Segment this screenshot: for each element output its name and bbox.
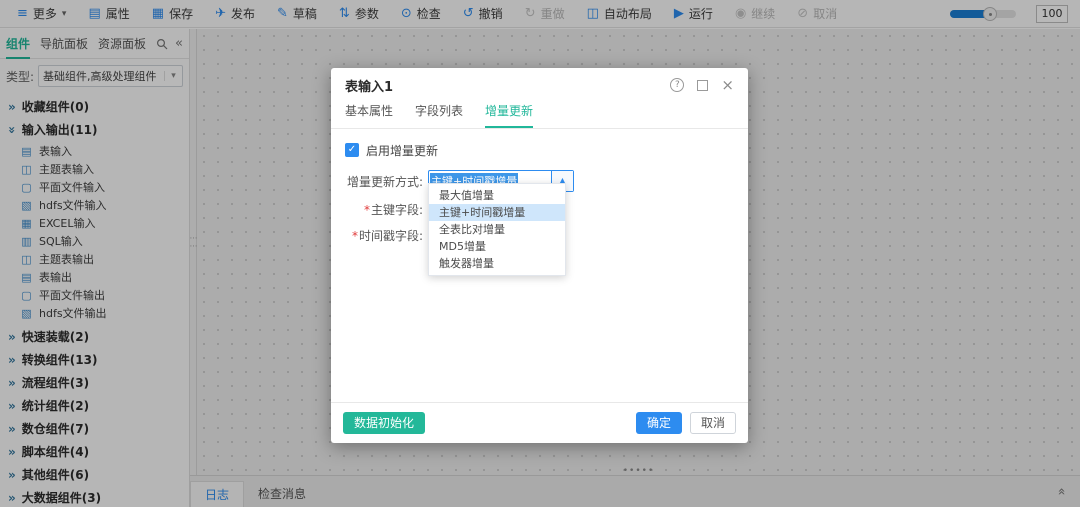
primary-key-label: *主键字段: xyxy=(345,201,423,218)
dialog-tabs: 基本属性 字段列表 增量更新 xyxy=(331,102,748,129)
help-icon[interactable]: ? xyxy=(670,78,684,92)
option-max-value[interactable]: 最大值增量 xyxy=(429,187,565,204)
close-icon[interactable]: × xyxy=(721,78,734,93)
update-mode-dropdown: 最大值增量 主键+时间戳增量 全表比对增量 MD5增量 触发器增量 xyxy=(428,183,566,276)
ok-button[interactable]: 确定 xyxy=(636,412,682,434)
dialog-title: 表输入1 xyxy=(345,76,393,95)
option-md5[interactable]: MD5增量 xyxy=(429,238,565,255)
cancel-button[interactable]: 取消 xyxy=(690,412,736,434)
timestamp-field-label-text: 时间戳字段: xyxy=(359,229,423,243)
required-mark: * xyxy=(364,203,370,217)
data-init-button[interactable]: 数据初始化 xyxy=(343,412,425,434)
dialog-body: ✓ 启用增量更新 增量更新方式: 主键+时间戳增量 ▲ *主键字段: *时间戳字… xyxy=(331,129,748,391)
enable-incremental-label: 启用增量更新 xyxy=(366,142,438,159)
tab-incremental-update[interactable]: 增量更新 xyxy=(485,102,533,128)
tab-basic-properties[interactable]: 基本属性 xyxy=(345,102,393,128)
option-trigger[interactable]: 触发器增量 xyxy=(429,255,565,272)
table-input-dialog: 表输入1 ? × 基本属性 字段列表 增量更新 ✓ 启用增量更新 增量更新方式:… xyxy=(331,68,748,443)
tab-field-list[interactable]: 字段列表 xyxy=(415,102,463,128)
maximize-icon[interactable] xyxy=(697,80,708,91)
option-full-compare[interactable]: 全表比对增量 xyxy=(429,221,565,238)
enable-incremental-checkbox[interactable]: ✓ xyxy=(345,143,359,157)
update-mode-label: 增量更新方式: xyxy=(345,173,423,190)
dialog-header: 表输入1 ? × xyxy=(331,68,748,102)
timestamp-field-label: *时间戳字段: xyxy=(345,227,423,244)
app-window: ≡ 更多 ▾ ▤ 属性 ▦ 保存 ✈ 发布 ✎ 草稿 ⇅ 参数 ⊙ 检查 ↺ xyxy=(0,0,1080,507)
option-pk-timestamp[interactable]: 主键+时间戳增量 xyxy=(429,204,565,221)
dialog-footer: 数据初始化 确定 取消 xyxy=(331,402,748,442)
primary-key-label-text: 主键字段: xyxy=(371,203,423,217)
required-mark: * xyxy=(352,229,358,243)
